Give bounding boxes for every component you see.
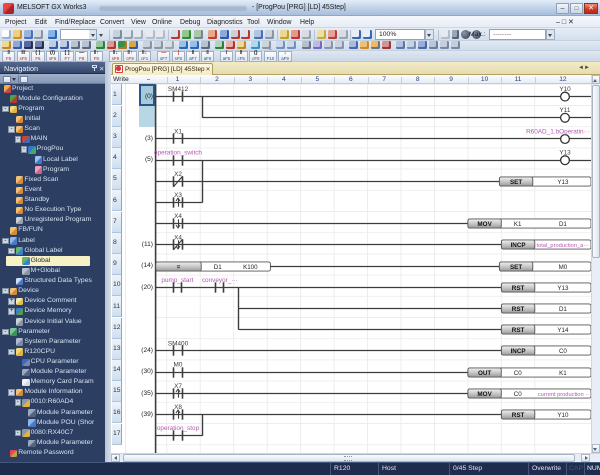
- svg-text:INCP: INCP: [511, 348, 526, 355]
- svg-text:M0: M0: [559, 264, 568, 271]
- svg-text:SET: SET: [510, 264, 522, 271]
- svg-text:SET: SET: [510, 179, 522, 186]
- svg-text:M0: M0: [174, 362, 183, 369]
- svg-text:current production ··: current production ··: [538, 392, 589, 398]
- svg-text:RST: RST: [512, 306, 525, 313]
- svg-text:RST: RST: [512, 285, 525, 292]
- svg-text:X1: X1: [174, 128, 182, 135]
- svg-text:D1: D1: [214, 264, 222, 271]
- svg-text:pump_start: pump_start: [161, 277, 193, 284]
- svg-text:SM412: SM412: [168, 86, 189, 93]
- svg-text:Y11: Y11: [560, 107, 571, 114]
- svg-text:D1: D1: [559, 306, 567, 313]
- svg-text:X4: X4: [174, 213, 182, 220]
- svg-text:X3: X3: [174, 192, 182, 199]
- svg-text:total_production_a···: total_production_a···: [537, 243, 590, 249]
- svg-text:MOV: MOV: [477, 391, 492, 398]
- svg-text:C0: C0: [514, 370, 522, 377]
- svg-text:RST: RST: [512, 412, 525, 419]
- svg-text:Y13: Y13: [557, 285, 569, 292]
- svg-text:X7: X7: [174, 383, 182, 390]
- svg-text:INCP: INCP: [511, 242, 526, 249]
- svg-text:OUT: OUT: [478, 370, 491, 377]
- svg-text:X8: X8: [174, 404, 182, 411]
- svg-text:Y13: Y13: [557, 179, 569, 186]
- svg-text:operation_stop: operation_stop: [157, 425, 200, 432]
- svg-text:D1: D1: [559, 221, 567, 228]
- svg-text:K1: K1: [559, 370, 567, 377]
- svg-text:R60AD_1.bOperatin···: R60AD_1.bOperatin···: [526, 128, 590, 135]
- svg-text:Y10: Y10: [559, 86, 571, 93]
- svg-text:X2: X2: [174, 171, 182, 178]
- svg-text:SM400: SM400: [168, 340, 189, 347]
- svg-text:C0: C0: [514, 391, 522, 398]
- svg-text:Y10: Y10: [557, 412, 569, 419]
- svg-text:operation_switch: operation_switch: [154, 150, 202, 157]
- svg-text:X4: X4: [174, 234, 182, 241]
- svg-text:K1: K1: [514, 221, 522, 228]
- svg-text:=: =: [177, 264, 181, 271]
- svg-text:RST: RST: [512, 327, 525, 334]
- svg-text:MOV: MOV: [477, 221, 492, 228]
- svg-text:C0: C0: [559, 348, 567, 355]
- svg-text:conveyor_···: conveyor_···: [202, 277, 238, 284]
- svg-text:Y14: Y14: [557, 327, 569, 334]
- svg-text:K100: K100: [243, 264, 258, 271]
- svg-text:Y13: Y13: [559, 150, 571, 157]
